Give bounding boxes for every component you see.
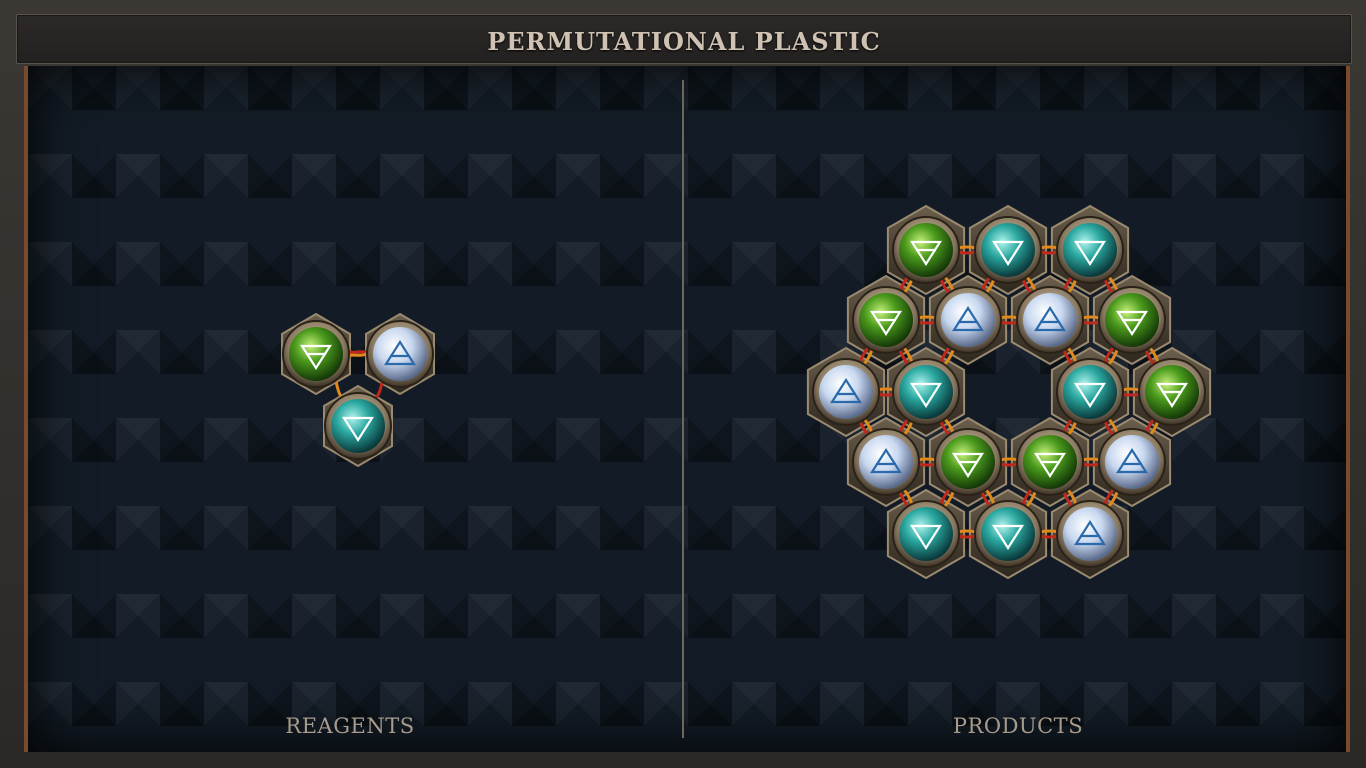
product-atom-water[interactable]	[1056, 358, 1124, 426]
reagent-molecule	[281, 312, 435, 468]
product-atom-earth[interactable]	[892, 216, 960, 284]
atom-core	[941, 293, 995, 347]
product-atom-water[interactable]	[1056, 216, 1124, 284]
product-atom-air[interactable]	[852, 428, 920, 496]
reagent-atom-earth[interactable]	[282, 320, 350, 388]
product-atom-earth[interactable]	[1098, 286, 1166, 354]
product-atom-air[interactable]	[934, 286, 1002, 354]
product-atom-earth[interactable]	[1138, 358, 1206, 426]
product-atom-water[interactable]	[974, 500, 1042, 568]
product-atom-water[interactable]	[892, 358, 960, 426]
products-label: PRODUCTS	[952, 714, 1084, 738]
product-atom-earth[interactable]	[1016, 428, 1084, 496]
product-atom-air[interactable]	[1016, 286, 1084, 354]
product-atom-water[interactable]	[974, 216, 1042, 284]
reagent-atom-air[interactable]	[366, 320, 434, 388]
atom-core	[899, 507, 953, 561]
atom-core	[1063, 507, 1117, 561]
product-atom-air[interactable]	[812, 358, 880, 426]
atom-core	[1023, 293, 1077, 347]
atom-core	[859, 435, 913, 489]
molecule-stage	[281, 204, 1212, 580]
atom-core	[981, 223, 1035, 277]
atom-core	[981, 507, 1035, 561]
atom-core	[1063, 223, 1117, 277]
product-atom-earth[interactable]	[934, 428, 1002, 496]
atom-core	[899, 365, 953, 419]
reagents-label: REAGENTS	[285, 714, 415, 738]
product-molecule	[806, 204, 1212, 580]
atom-core	[1063, 365, 1117, 419]
product-atom-earth[interactable]	[852, 286, 920, 354]
reagent-atom-water[interactable]	[324, 392, 392, 460]
atom-core	[819, 365, 873, 419]
product-atom-air[interactable]	[1098, 428, 1166, 496]
product-atom-water[interactable]	[892, 500, 960, 568]
product-atom-air[interactable]	[1056, 500, 1124, 568]
atom-core	[1105, 435, 1159, 489]
